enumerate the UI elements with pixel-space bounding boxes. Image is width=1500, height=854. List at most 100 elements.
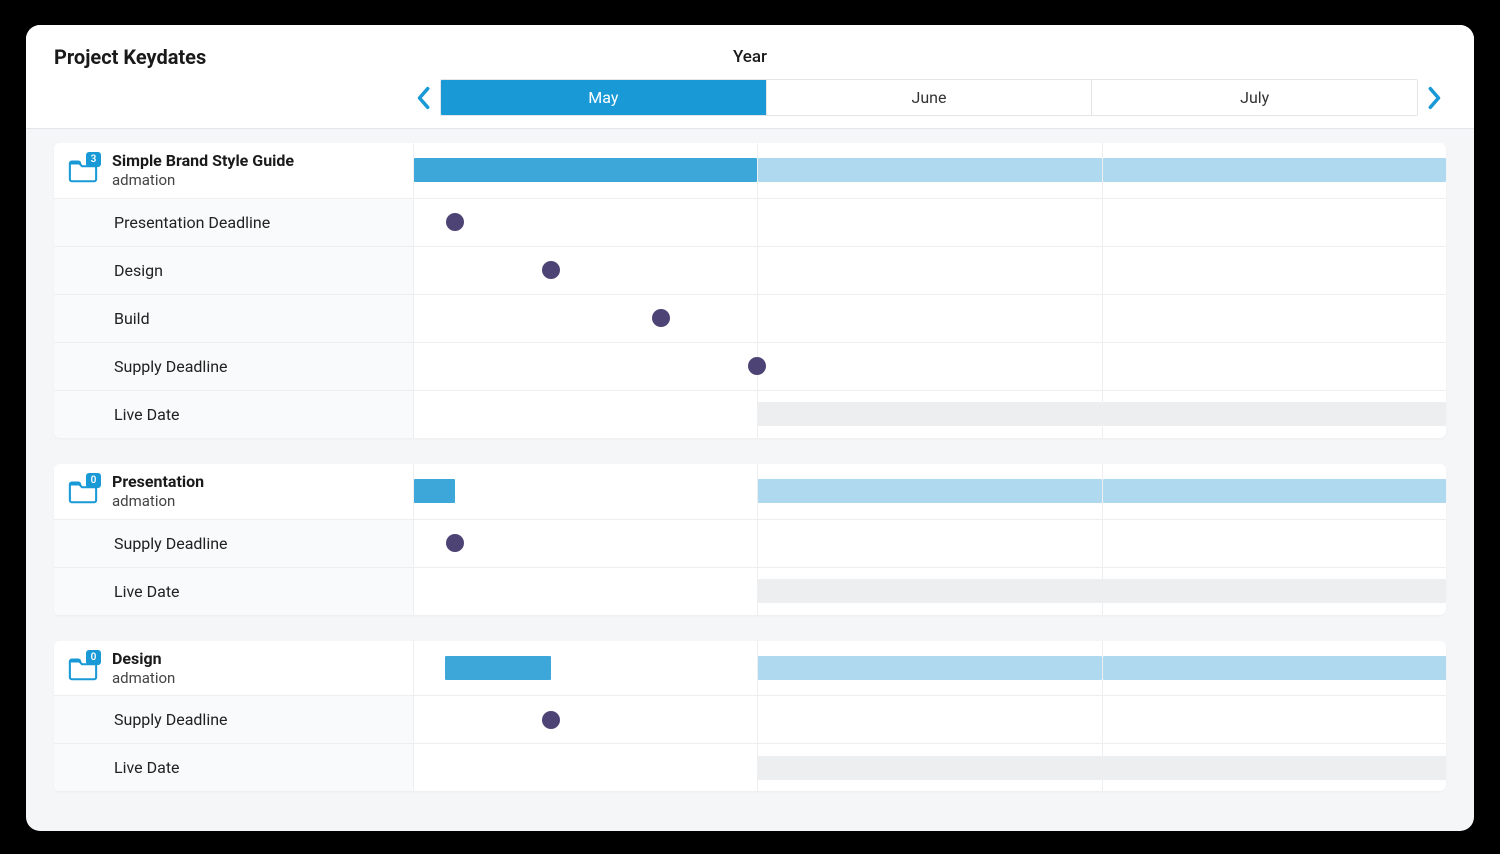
placeholder-bar[interactable] xyxy=(758,402,1101,426)
project-text: Presentationadmation xyxy=(112,472,204,511)
milestone-row: Supply Deadline xyxy=(54,342,1446,390)
month-column xyxy=(758,464,1102,519)
milestone-label: Supply Deadline xyxy=(68,710,228,729)
folder-icon[interactable]: 0 xyxy=(68,478,98,504)
placeholder-bar[interactable] xyxy=(1103,756,1446,780)
milestone-row: Live Date xyxy=(54,743,1446,791)
timeline-cell xyxy=(414,143,1446,198)
page-title: Project Keydates xyxy=(54,45,206,69)
prev-month-button[interactable] xyxy=(412,84,434,112)
month-column xyxy=(1103,568,1446,615)
milestone-dot[interactable] xyxy=(542,261,560,279)
month-column xyxy=(414,391,758,438)
month-column xyxy=(758,247,1102,294)
month-column xyxy=(758,343,1102,390)
duration-bar[interactable] xyxy=(758,158,1101,182)
duration-bar[interactable] xyxy=(758,656,1101,680)
milestone-row: Supply Deadline xyxy=(54,695,1446,743)
month-tab-july[interactable]: July xyxy=(1092,80,1417,115)
month-column xyxy=(758,520,1102,567)
duration-bar[interactable] xyxy=(1103,479,1446,503)
month-column xyxy=(414,744,758,791)
folder-icon[interactable]: 3 xyxy=(68,157,98,183)
milestone-dot[interactable] xyxy=(446,213,464,231)
placeholder-bar[interactable] xyxy=(758,579,1101,603)
project-header-row[interactable]: 0 Designadmation xyxy=(54,641,1446,696)
milestone-label-cell: Supply Deadline xyxy=(54,696,414,743)
milestone-label-cell: Design xyxy=(54,247,414,294)
month-column xyxy=(1103,520,1446,567)
month-column xyxy=(414,568,758,615)
month-column xyxy=(414,520,758,567)
month-column xyxy=(758,295,1102,342)
folder-badge: 0 xyxy=(86,650,101,665)
project-subtitle: admation xyxy=(112,492,204,511)
milestone-label: Live Date xyxy=(68,758,180,777)
timeline-cell xyxy=(414,696,1446,743)
milestone-row: Presentation Deadline xyxy=(54,198,1446,246)
project-text: Designadmation xyxy=(112,649,175,688)
milestone-dot[interactable] xyxy=(652,309,670,327)
chevron-right-icon xyxy=(1428,86,1442,110)
placeholder-bar[interactable] xyxy=(758,756,1101,780)
month-column xyxy=(414,343,758,390)
project-group: 0 Presentationadmation Supply Deadline Live… xyxy=(54,464,1446,615)
milestone-label-cell: Presentation Deadline xyxy=(54,199,414,246)
month-column xyxy=(1103,295,1446,342)
milestone-row: Build xyxy=(54,294,1446,342)
month-column xyxy=(758,744,1102,791)
month-column xyxy=(1103,744,1446,791)
timeline-cell xyxy=(414,568,1446,615)
month-column xyxy=(1103,391,1446,438)
month-column xyxy=(758,568,1102,615)
duration-bar[interactable] xyxy=(414,479,455,503)
project-text: Simple Brand Style Guideadmation xyxy=(112,151,294,190)
project-subtitle: admation xyxy=(112,669,175,688)
timeline-cell xyxy=(414,520,1446,567)
month-column xyxy=(414,295,758,342)
milestone-label-cell: Live Date xyxy=(54,568,414,615)
project-subtitle: admation xyxy=(112,171,294,190)
timeline-cell xyxy=(414,247,1446,294)
project-label-cell: 0 Presentationadmation xyxy=(54,464,414,519)
duration-bar[interactable] xyxy=(445,656,551,680)
milestone-label-cell: Supply Deadline xyxy=(54,520,414,567)
milestone-label: Live Date xyxy=(68,582,180,601)
timeline-cell xyxy=(414,343,1446,390)
milestone-dot[interactable] xyxy=(542,711,560,729)
project-name: Simple Brand Style Guide xyxy=(112,151,294,171)
project-header-row[interactable]: 3 Simple Brand Style Guideadmation xyxy=(54,143,1446,198)
month-tab-may[interactable]: May xyxy=(441,80,767,115)
duration-bar[interactable] xyxy=(758,479,1101,503)
milestone-row: Live Date xyxy=(54,567,1446,615)
header: Project Keydates Year MayJuneJuly xyxy=(26,25,1474,129)
placeholder-bar[interactable] xyxy=(1103,579,1446,603)
project-header-row[interactable]: 0 Presentationadmation xyxy=(54,464,1446,519)
month-column xyxy=(758,696,1102,743)
timeline-cell xyxy=(414,295,1446,342)
duration-bar[interactable] xyxy=(1103,656,1446,680)
month-tabs: MayJuneJuly xyxy=(440,79,1418,116)
placeholder-bar[interactable] xyxy=(1103,402,1446,426)
month-column xyxy=(414,143,758,198)
timeline-cell xyxy=(414,199,1446,246)
year-label: Year xyxy=(733,47,767,67)
month-column xyxy=(1103,199,1446,246)
milestone-label: Live Date xyxy=(68,405,180,424)
month-tab-june[interactable]: June xyxy=(767,80,1093,115)
month-column xyxy=(1103,343,1446,390)
folder-icon[interactable]: 0 xyxy=(68,655,98,681)
milestone-label-cell: Live Date xyxy=(54,744,414,791)
folder-badge: 0 xyxy=(86,473,101,488)
timeline-cell xyxy=(414,641,1446,696)
folder-badge: 3 xyxy=(86,152,101,167)
month-column xyxy=(414,199,758,246)
month-column xyxy=(758,641,1102,696)
milestone-label: Supply Deadline xyxy=(68,357,228,376)
milestone-label-cell: Supply Deadline xyxy=(54,343,414,390)
project-label-cell: 3 Simple Brand Style Guideadmation xyxy=(54,143,414,198)
duration-bar[interactable] xyxy=(414,158,757,182)
duration-bar[interactable] xyxy=(1103,158,1446,182)
next-month-button[interactable] xyxy=(1424,84,1446,112)
milestone-dot[interactable] xyxy=(446,534,464,552)
